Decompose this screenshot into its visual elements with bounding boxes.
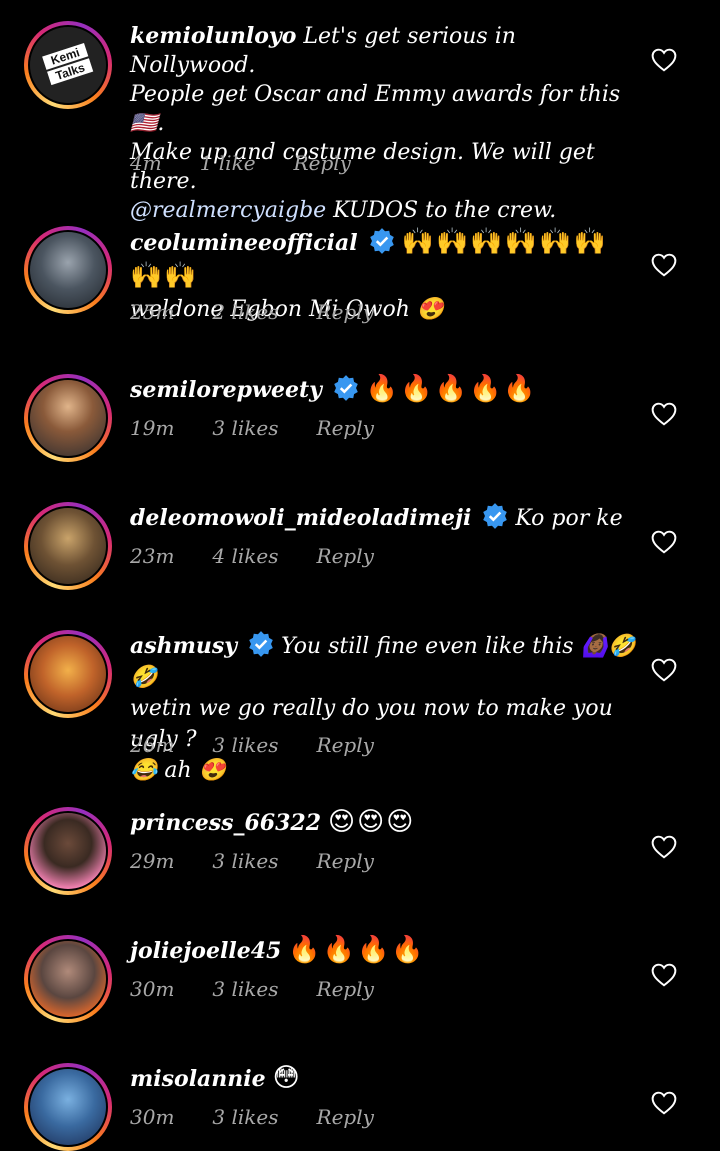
username[interactable]: misolannie	[130, 1066, 266, 1092]
emoji-text: 😳	[272, 1063, 302, 1093]
avatar-image	[30, 636, 106, 712]
comment-meta: 25m 2 likes Reply	[130, 300, 374, 324]
comment-meta: 29m 3 likes Reply	[130, 849, 374, 873]
username[interactable]: deleomowoli_mideoladimeji	[130, 505, 471, 531]
comment-text: Ko por ke	[515, 506, 623, 531]
avatar[interactable]	[24, 935, 112, 1023]
likes-count[interactable]: 3 likes	[212, 977, 278, 1001]
avatar-image	[30, 1069, 106, 1145]
likes-count[interactable]: 3 likes	[212, 1105, 278, 1129]
emoji-text: 🔥🔥🔥🔥	[288, 935, 426, 965]
username[interactable]: semilorepweety	[130, 377, 322, 403]
mention-link[interactable]: @realmercyaigbe	[130, 198, 326, 223]
likes-count[interactable]: 3 likes	[212, 849, 278, 873]
avatar-image	[30, 813, 106, 889]
avatar-image	[30, 380, 106, 456]
timestamp: 19m	[130, 416, 175, 440]
heart-icon[interactable]	[651, 963, 677, 987]
emoji-text: 😍😍😍	[328, 807, 416, 837]
reply-button[interactable]: Reply	[317, 544, 374, 568]
likes-count[interactable]: 3 likes	[212, 416, 278, 440]
likes-count[interactable]: 2 likes	[212, 300, 278, 324]
avatar[interactable]	[24, 630, 112, 718]
avatar[interactable]: Kemi Talks	[24, 21, 112, 109]
comment-body: kemiolunloyo Let's get serious in Nollyw…	[130, 22, 640, 225]
avatar[interactable]	[24, 502, 112, 590]
heart-icon[interactable]	[651, 48, 677, 72]
avatar-image	[30, 508, 106, 584]
heart-icon[interactable]	[651, 835, 677, 859]
heart-icon[interactable]	[651, 402, 677, 426]
kemi-talks-logo: Kemi Talks	[30, 27, 106, 103]
comment-text: KUDOS to the crew.	[326, 198, 557, 223]
emoji-text: 🔥🔥🔥🔥🔥	[365, 374, 538, 404]
heart-icon[interactable]	[651, 1091, 677, 1115]
comment-body: semilorepweety 🔥🔥🔥🔥🔥	[130, 373, 640, 407]
comment-body: misolannie 😳	[130, 1062, 640, 1096]
reply-button[interactable]: Reply	[317, 977, 374, 1001]
username[interactable]: kemiolunloyo	[130, 23, 296, 49]
reply-button[interactable]: Reply	[317, 849, 374, 873]
timestamp: 25m	[130, 300, 175, 324]
avatar[interactable]	[24, 374, 112, 462]
avatar[interactable]	[24, 1063, 112, 1151]
timestamp: 30m	[130, 977, 175, 1001]
reply-button[interactable]: Reply	[317, 733, 374, 757]
comment-text: 😂 ah 😍	[130, 758, 227, 783]
comment-meta: 4m 1 like Reply	[130, 151, 351, 175]
comment-meta: 19m 3 likes Reply	[130, 416, 374, 440]
timestamp: 23m	[130, 544, 175, 568]
comment-meta: 23m 4 likes Reply	[130, 544, 374, 568]
username[interactable]: ashmusy	[130, 633, 237, 659]
likes-count[interactable]: 1 like	[200, 151, 256, 175]
reply-button[interactable]: Reply	[294, 151, 351, 175]
avatar[interactable]	[24, 807, 112, 895]
verified-badge-icon	[249, 631, 273, 657]
heart-icon[interactable]	[651, 530, 677, 554]
timestamp: 29m	[130, 849, 175, 873]
comment-body: ashmusy You still fine even like this 🙆🏾‍…	[130, 630, 640, 786]
comment-body: deleomowoli_mideoladimeji Ko por ke	[130, 502, 640, 535]
likes-count[interactable]: 4 likes	[212, 544, 278, 568]
avatar-image	[30, 941, 106, 1017]
username[interactable]: joliejoelle45	[130, 938, 281, 964]
comment-body: princess_66322 😍😍😍	[130, 806, 640, 840]
verified-badge-icon	[334, 375, 358, 401]
reply-button[interactable]: Reply	[317, 416, 374, 440]
comment-text: People get Oscar and Emmy awards for thi…	[130, 82, 621, 136]
comment-body: joliejoelle45 🔥🔥🔥🔥	[130, 934, 640, 968]
timestamp: 4m	[130, 151, 162, 175]
comment-meta: 26m 3 likes Reply	[130, 733, 374, 757]
timestamp: 26m	[130, 733, 175, 757]
avatar[interactable]	[24, 226, 112, 314]
verified-badge-icon	[369, 228, 394, 254]
reply-button[interactable]: Reply	[317, 300, 374, 324]
username[interactable]: princess_66322	[130, 810, 321, 836]
likes-count[interactable]: 3 likes	[212, 733, 278, 757]
comment-meta: 30m 3 likes Reply	[130, 1105, 374, 1129]
timestamp: 30m	[130, 1105, 175, 1129]
avatar-image	[30, 232, 106, 308]
heart-icon[interactable]	[651, 253, 677, 277]
verified-badge-icon	[483, 503, 508, 529]
heart-icon[interactable]	[651, 658, 677, 682]
comment-meta: 30m 3 likes Reply	[130, 977, 374, 1001]
username[interactable]: ceolumineeofficial	[130, 230, 358, 256]
reply-button[interactable]: Reply	[317, 1105, 374, 1129]
